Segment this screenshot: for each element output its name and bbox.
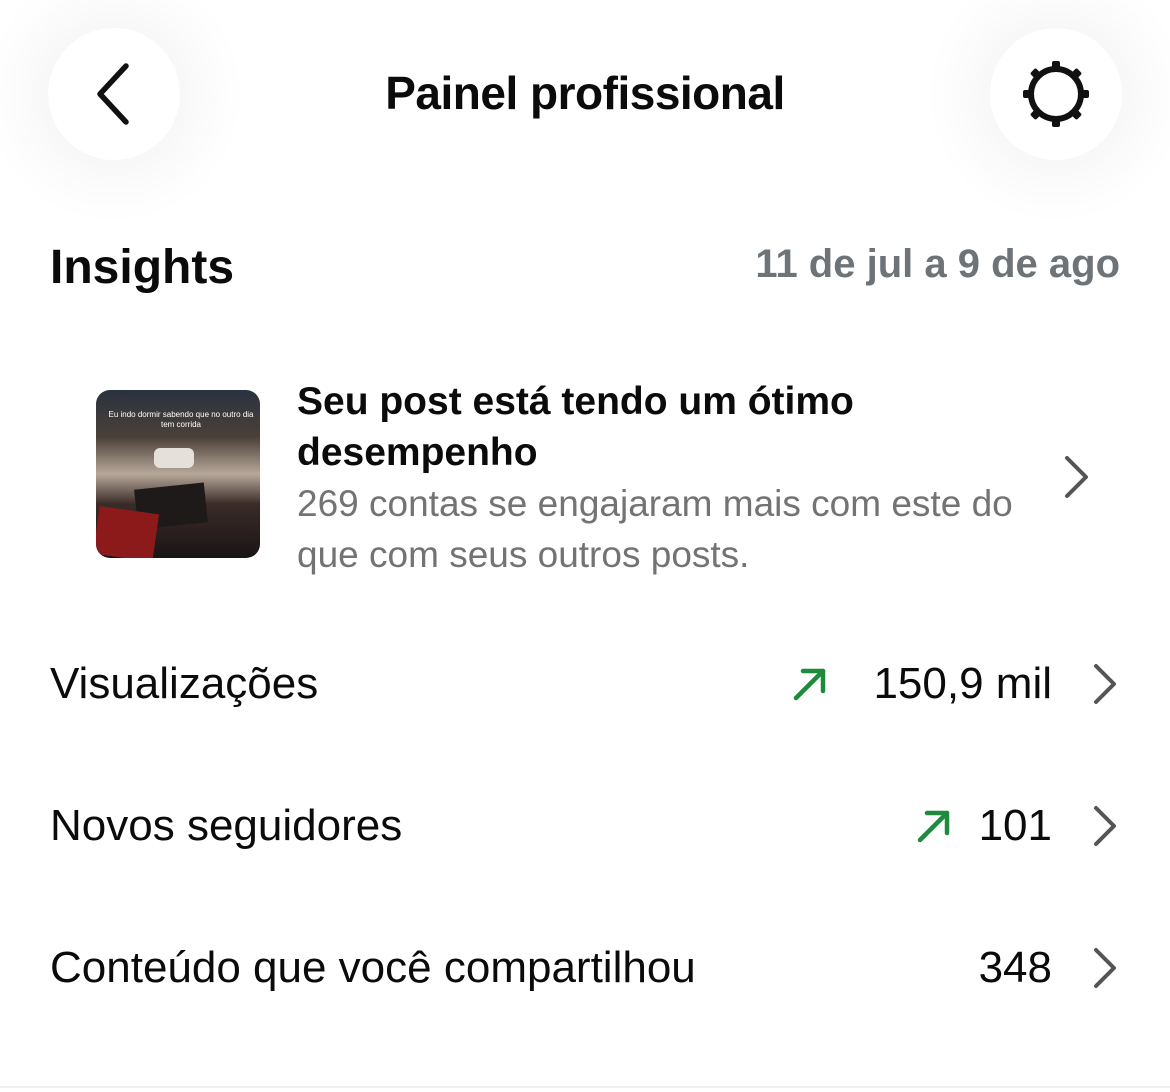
metric-value: 150,9 mil <box>873 659 1052 708</box>
thumbnail-caption: Eu indo dormir sabendo que no outro dia … <box>108 410 254 429</box>
trend-up-icon <box>793 668 826 701</box>
post-highlight-card[interactable]: Eu indo dormir sabendo que no outro dia … <box>96 372 1126 582</box>
metric-value: 101 <box>978 801 1052 850</box>
chevron-right-icon <box>1094 806 1116 846</box>
insights-heading: Insights <box>50 241 235 294</box>
top-bar: Painel profissional <box>0 0 1170 190</box>
trend-up-icon <box>917 810 950 843</box>
metric-value: 348 <box>978 943 1052 992</box>
metric-label: Visualizações <box>50 659 319 708</box>
settings-button[interactable] <box>990 28 1122 160</box>
chevron-right-icon <box>1094 948 1116 988</box>
chevron-right-icon <box>1094 664 1116 704</box>
post-thumbnail[interactable]: Eu indo dormir sabendo que no outro dia … <box>96 390 260 558</box>
metric-row-shared-content[interactable]: Conteúdo que você compartilhou 348 <box>50 938 1120 998</box>
metric-label: Conteúdo que você compartilhou <box>50 943 696 992</box>
thumbnail-shape <box>154 448 194 468</box>
gear-icon <box>1023 61 1089 127</box>
post-highlight-title: Seu post está tendo um ótimo desempenho <box>297 380 854 474</box>
metric-row-new-followers[interactable]: Novos seguidores 101 <box>50 796 1120 856</box>
post-highlight-description: 269 contas se engajaram mais com este do… <box>297 483 1013 575</box>
metric-label: Novos seguidores <box>50 801 403 850</box>
metric-row-views[interactable]: Visualizações 150,9 mil <box>50 654 1120 714</box>
divider <box>0 1086 1170 1088</box>
date-range[interactable]: 11 de jul a 9 de ago <box>755 242 1120 287</box>
chevron-right-icon <box>1065 456 1088 498</box>
thumbnail-shape <box>96 506 160 558</box>
